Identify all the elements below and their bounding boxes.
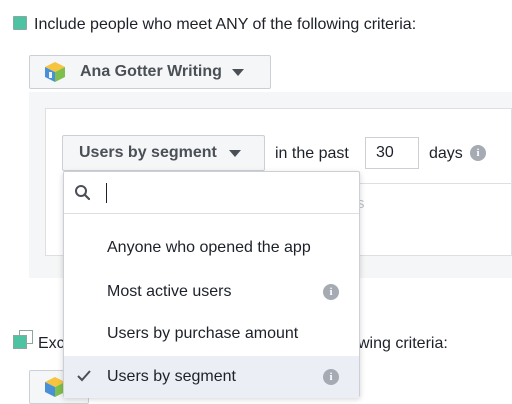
dropdown-item[interactable]: Most active users i (64, 271, 359, 313)
segment-type-dropdown-menu: Anyone who opened the app Most active us… (63, 171, 360, 398)
checkmark-icon (77, 370, 91, 382)
chevron-down-icon (228, 149, 241, 157)
exclude-heading-end: wing criteria: (358, 335, 448, 352)
dropdown-item-selected[interactable]: Users by segment i (64, 356, 359, 398)
app-cube-icon (45, 62, 65, 82)
info-icon[interactable]: i (323, 369, 339, 385)
dropdown-item-label: Most active users (107, 283, 232, 300)
days-label: days (429, 145, 463, 162)
app-selector-button[interactable]: Ana Gotter Writing (29, 55, 271, 89)
include-criteria-heading: Include people who meet ANY of the follo… (34, 16, 417, 33)
dropdown-search-row[interactable] (64, 172, 359, 214)
dropdown-item[interactable]: Anyone who opened the app (64, 227, 359, 269)
text-cursor (106, 183, 107, 203)
app-name-label: Ana Gotter Writing (80, 63, 222, 80)
chevron-down-icon (231, 68, 244, 76)
in-the-past-label: in the past (275, 145, 349, 162)
dropdown-item-label: Anyone who opened the app (107, 239, 311, 256)
background-field-border (358, 183, 512, 184)
dropdown-item-label: Users by purchase amount (107, 325, 299, 342)
days-input[interactable] (365, 137, 419, 169)
dropdown-item-label: Users by segment (107, 368, 236, 385)
info-icon[interactable]: i (323, 284, 339, 300)
search-icon (75, 185, 91, 201)
info-icon[interactable]: i (470, 145, 486, 161)
segment-type-label: Users by segment (79, 144, 217, 161)
include-checkbox-icon[interactable] (13, 16, 27, 30)
dropdown-item[interactable]: Users by purchase amount (64, 313, 359, 355)
exclude-heading-start: Exc (38, 335, 65, 352)
exclude-checkbox-icon[interactable] (13, 330, 33, 349)
segment-type-dropdown-button[interactable]: Users by segment (62, 135, 265, 171)
